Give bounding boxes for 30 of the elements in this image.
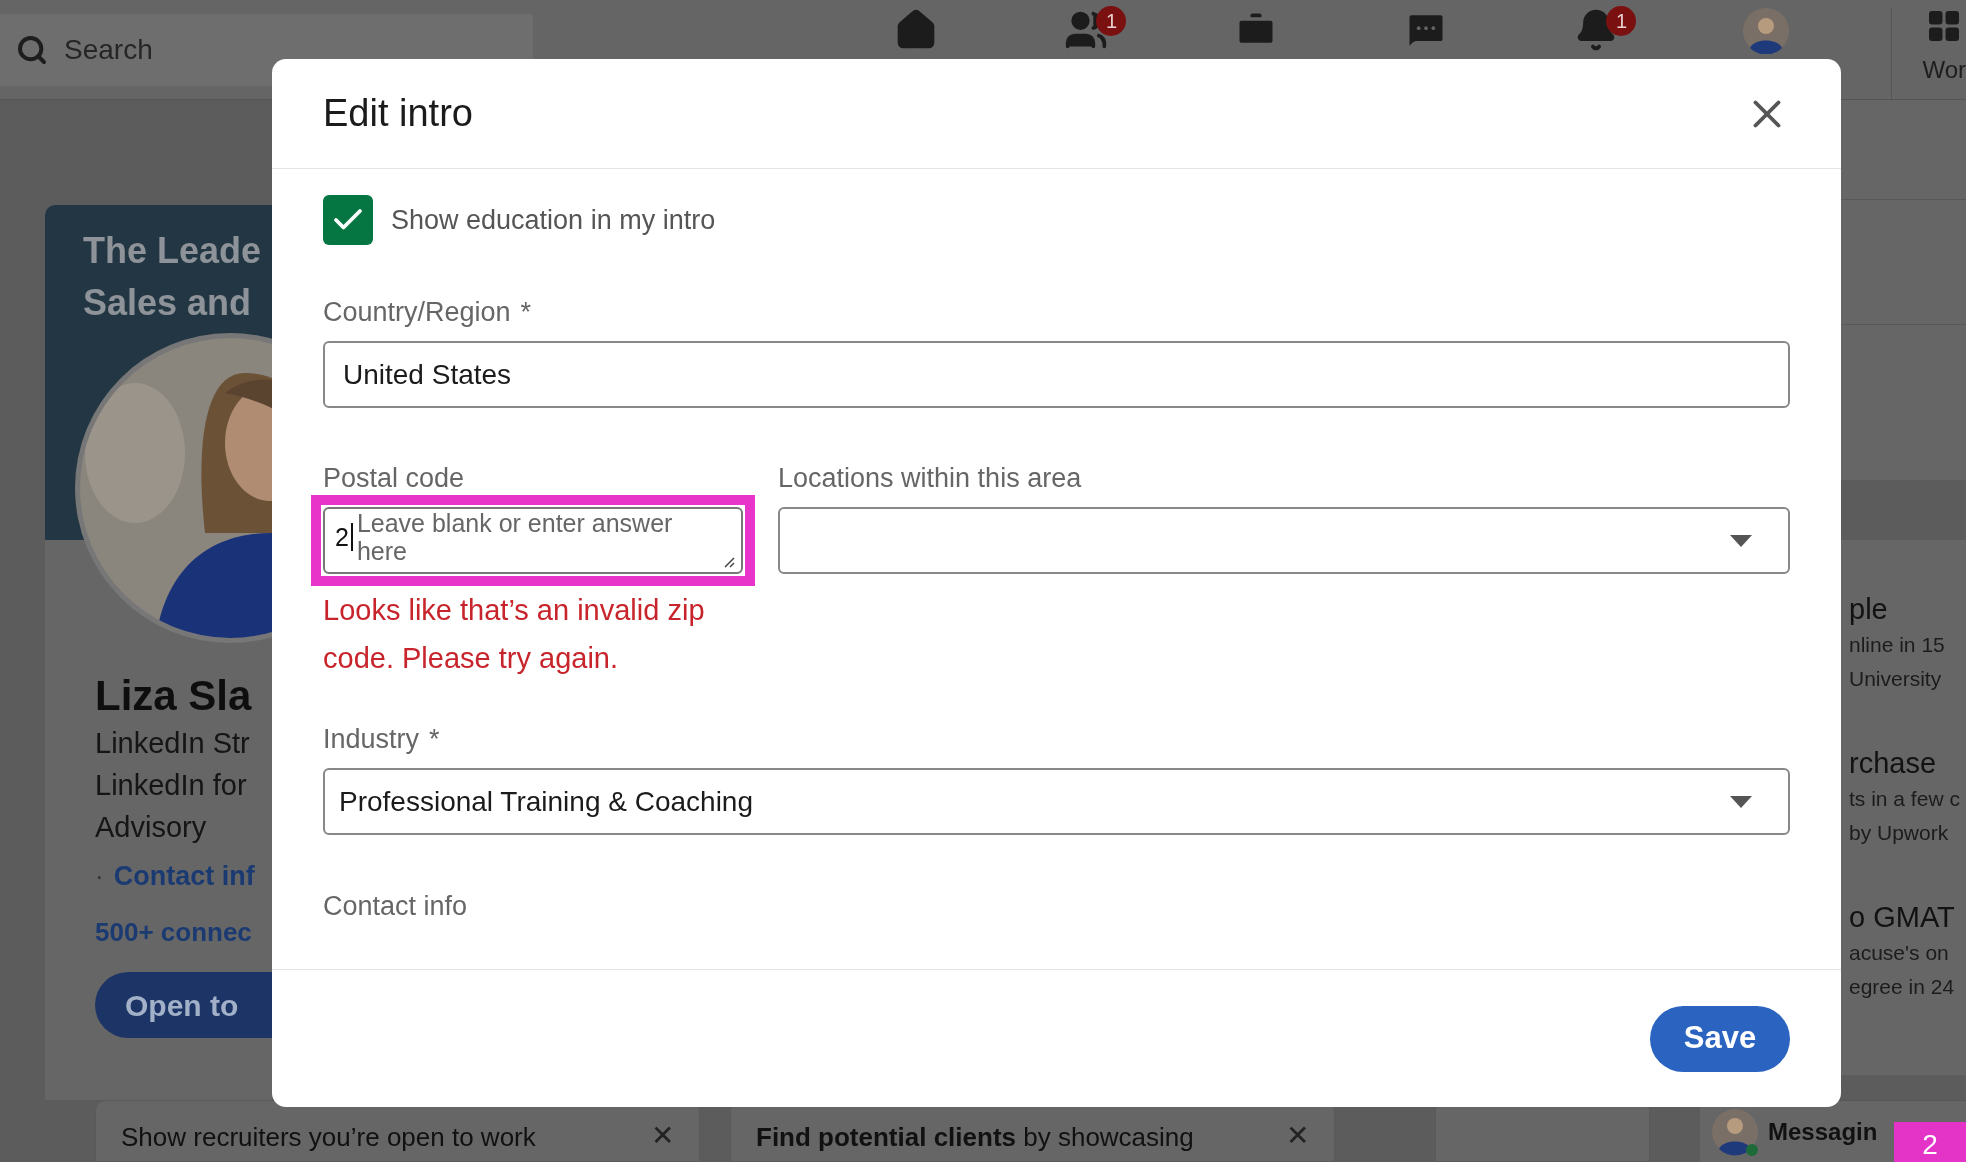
rail-item-text: University <box>1849 666 1943 692</box>
rail-item-text: egree in 24 <box>1849 974 1956 1000</box>
headline-text: Advisory <box>95 810 208 845</box>
checkbox-label: Show education in my intro <box>391 203 716 237</box>
notification-badge: 1 <box>1096 6 1127 36</box>
dialog-title: Edit intro <box>323 91 473 136</box>
banner-text: Sales and <box>83 281 253 325</box>
placeholder-text: Leave blank or enter answer here <box>356 509 674 565</box>
required-mark: * <box>520 296 532 329</box>
section-label: Contact info <box>323 890 469 923</box>
headline-text: LinkedIn Str <box>95 726 251 761</box>
field-label: Postal code <box>323 462 466 495</box>
error-message: Looks like that’s an invalid zip code. Please try again. <box>323 593 706 676</box>
required-mark: * <box>429 723 440 756</box>
banner-text: The Leade <box>83 229 263 273</box>
field-label: Country/Region <box>323 296 511 329</box>
profile-name: Liza Sla <box>95 671 253 721</box>
suggestion-text: Show recruiters you’re open to work <box>121 1121 536 1154</box>
annotation-badge: 2 <box>1894 1122 1966 1162</box>
headline-text: LinkedIn for <box>95 768 248 803</box>
field-label: Industry <box>323 723 420 756</box>
field-label: Locations within this area <box>778 462 1083 495</box>
rail-item-text: acuse's on <box>1849 940 1950 966</box>
rail-item-text: nline in 15 <box>1849 632 1946 658</box>
typed-value: 2 <box>335 523 353 551</box>
rail-item-text: ts in a few c <box>1849 786 1961 812</box>
notification-badge: 1 <box>1606 6 1637 36</box>
suggestion-text: Find potential clients by showcasing <box>756 1121 1194 1154</box>
rail-item-text: by Upwork <box>1849 820 1950 846</box>
bullet: · <box>95 860 104 893</box>
